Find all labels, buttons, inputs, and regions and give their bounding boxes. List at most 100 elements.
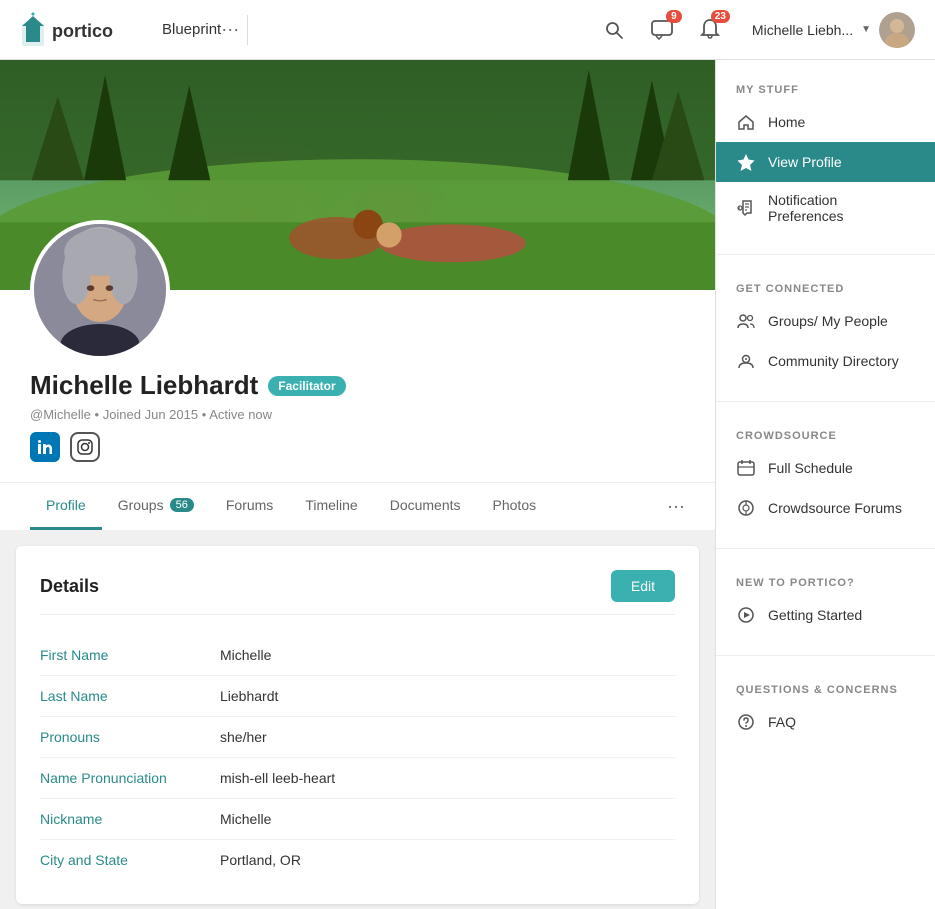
profile-joined: Joined Jun 2015 xyxy=(103,407,198,422)
details-field-value: she/her xyxy=(220,729,267,745)
tab-profile[interactable]: Profile xyxy=(30,483,102,530)
details-field-value: Michelle xyxy=(220,811,271,827)
details-field-label: Name Pronunciation xyxy=(40,770,220,786)
svg-text:portico: portico xyxy=(52,21,113,41)
getting-started-label: Getting Started xyxy=(768,607,862,623)
crowdsource-forums-label: Crowdsource Forums xyxy=(768,500,902,516)
right-sidebar: MY STUFF Home View Profile xyxy=(715,60,935,909)
community-dir-label: Community Directory xyxy=(768,353,899,369)
facilitator-badge: Facilitator xyxy=(268,376,345,396)
messages-badge: 9 xyxy=(666,10,682,23)
divider-3 xyxy=(716,548,935,549)
messages-button[interactable]: 9 xyxy=(644,12,680,48)
details-row: Nickname Michelle xyxy=(40,799,675,840)
profile-tabs: Profile Groups 56 Forums Timeline Docume… xyxy=(0,482,715,530)
blueprint-link[interactable]: Blueprint xyxy=(162,21,221,38)
schedule-icon xyxy=(736,458,756,478)
divider-1 xyxy=(716,254,935,255)
details-header: Details Edit xyxy=(40,570,675,615)
get-connected-title: GET CONNECTED xyxy=(716,275,935,301)
more-nav-button[interactable]: ··· xyxy=(221,19,239,40)
details-field-value: Liebhardt xyxy=(220,688,278,704)
details-field-label: Pronouns xyxy=(40,729,220,745)
details-field-label: Last Name xyxy=(40,688,220,704)
details-field-label: First Name xyxy=(40,647,220,663)
crowdsource-title: CROWDSOURCE xyxy=(716,422,935,448)
details-row: First Name Michelle xyxy=(40,635,675,676)
getting-started-icon xyxy=(736,605,756,625)
sidebar-item-home[interactable]: Home xyxy=(716,102,935,142)
profile-name-text: Michelle Liebhardt xyxy=(30,370,258,401)
tab-groups-count: 56 xyxy=(170,498,194,512)
sidebar-section-crowdsource: CROWDSOURCE Full Schedule xyxy=(716,406,935,544)
avatar xyxy=(879,12,915,48)
details-field-label: City and State xyxy=(40,852,220,868)
divider-2 xyxy=(716,401,935,402)
community-dir-icon xyxy=(736,351,756,371)
main-layout: Michelle Liebhardt Facilitator @Michelle… xyxy=(0,60,935,909)
tab-photos-label: Photos xyxy=(493,497,537,513)
new-to-portico-title: NEW TO PORTICO? xyxy=(716,569,935,595)
view-profile-label: View Profile xyxy=(768,154,842,170)
tab-timeline[interactable]: Timeline xyxy=(289,483,373,530)
details-field-value: Michelle xyxy=(220,647,271,663)
edit-button[interactable]: Edit xyxy=(611,570,675,602)
sidebar-item-notification-pref[interactable]: Notification Preferences xyxy=(716,182,935,234)
top-navigation: portico Blueprint ··· 9 23 xyxy=(0,0,935,60)
instagram-icon[interactable] xyxy=(70,432,100,462)
details-row: Pronouns she/her xyxy=(40,717,675,758)
star-icon xyxy=(736,152,756,172)
sidebar-item-faq[interactable]: FAQ xyxy=(716,702,935,742)
details-field-value: Portland, OR xyxy=(220,852,301,868)
sidebar-item-full-schedule[interactable]: Full Schedule xyxy=(716,448,935,488)
tab-timeline-label: Timeline xyxy=(305,497,357,513)
details-field-value: mish-ell leeb-heart xyxy=(220,770,335,786)
linkedin-icon[interactable] xyxy=(30,432,60,462)
nav-icons: 9 23 Michelle Liebh... ▼ xyxy=(596,12,915,48)
sidebar-item-groups[interactable]: Groups/ My People xyxy=(716,301,935,341)
tab-groups-label: Groups xyxy=(118,497,164,513)
tab-forums-label: Forums xyxy=(226,497,273,513)
profile-avatar-inner xyxy=(34,224,166,356)
faq-label: FAQ xyxy=(768,714,796,730)
groups-icon xyxy=(736,311,756,331)
notification-pref-label: Notification Preferences xyxy=(768,192,915,224)
profile-social xyxy=(30,432,685,462)
home-label: Home xyxy=(768,114,805,130)
tab-documents[interactable]: Documents xyxy=(374,483,477,530)
notifications-badge: 23 xyxy=(711,10,730,23)
profile-meta: @Michelle • Joined Jun 2015 • Active now xyxy=(30,407,685,422)
details-row: Last Name Liebhardt xyxy=(40,676,675,717)
tab-photos[interactable]: Photos xyxy=(477,483,553,530)
details-card: Details Edit First Name Michelle Last Na… xyxy=(16,546,699,904)
user-name-label: Michelle Liebh... xyxy=(752,22,853,38)
chevron-down-icon: ▼ xyxy=(861,24,871,35)
notifications-button[interactable]: 23 xyxy=(692,12,728,48)
tab-forums[interactable]: Forums xyxy=(210,483,289,530)
sidebar-item-crowdsource-forums[interactable]: Crowdsource Forums xyxy=(716,488,935,528)
profile-status: Active now xyxy=(209,407,272,422)
meta-sep1: • xyxy=(95,407,103,422)
profile-handle: @Michelle xyxy=(30,407,91,422)
sidebar-item-getting-started[interactable]: Getting Started xyxy=(716,595,935,635)
sidebar-section-get-connected: GET CONNECTED Groups/ My People xyxy=(716,259,935,397)
sidebar-item-community-dir[interactable]: Community Directory xyxy=(716,341,935,381)
logo[interactable]: portico xyxy=(20,10,130,50)
sidebar-item-view-profile[interactable]: View Profile xyxy=(716,142,935,182)
full-schedule-label: Full Schedule xyxy=(768,460,853,476)
details-row: Name Pronunciation mish-ell leeb-heart xyxy=(40,758,675,799)
details-row: City and State Portland, OR xyxy=(40,840,675,880)
search-button[interactable] xyxy=(596,12,632,48)
user-menu[interactable]: Michelle Liebh... ▼ xyxy=(752,12,915,48)
divider-4 xyxy=(716,655,935,656)
left-content: Michelle Liebhardt Facilitator @Michelle… xyxy=(0,60,715,909)
tab-groups[interactable]: Groups 56 xyxy=(102,483,210,530)
details-title: Details xyxy=(40,576,99,597)
tab-more-button[interactable]: ··· xyxy=(667,496,685,517)
profile-avatar xyxy=(30,220,170,360)
profile-name-block: Michelle Liebhardt Facilitator @Michelle… xyxy=(30,370,685,462)
notification-pref-icon xyxy=(736,198,756,218)
tab-profile-label: Profile xyxy=(46,497,86,513)
my-stuff-title: MY STUFF xyxy=(716,76,935,102)
faq-icon xyxy=(736,712,756,732)
